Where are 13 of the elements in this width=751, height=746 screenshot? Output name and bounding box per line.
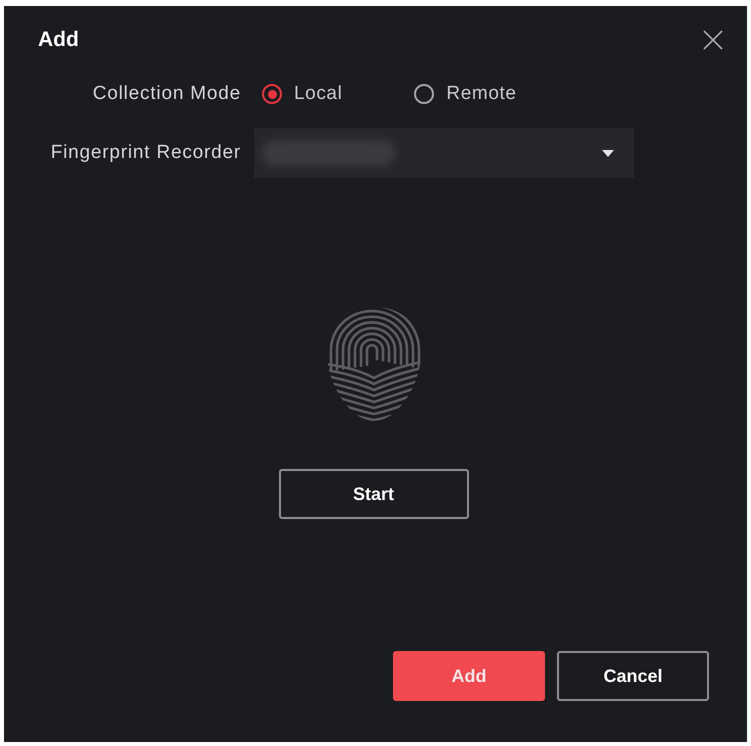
radio-button[interactable] (262, 84, 282, 104)
radio-button[interactable] (414, 84, 434, 104)
cancel-button[interactable]: Cancel (557, 651, 709, 701)
caret-icon (602, 150, 614, 156)
field-label: Fingerprint Recorder (50, 142, 241, 164)
radio-label[interactable]: Remote (446, 83, 517, 105)
dialog-title: Add (38, 28, 79, 52)
start-button[interactable]: Start (278, 469, 468, 519)
fingerprint-icon (326, 306, 422, 422)
radio-label[interactable]: Local (294, 83, 342, 105)
dropdown-field[interactable] (254, 128, 634, 178)
close-icon[interactable] (703, 30, 723, 50)
field-label: Collection Mode (92, 83, 241, 105)
